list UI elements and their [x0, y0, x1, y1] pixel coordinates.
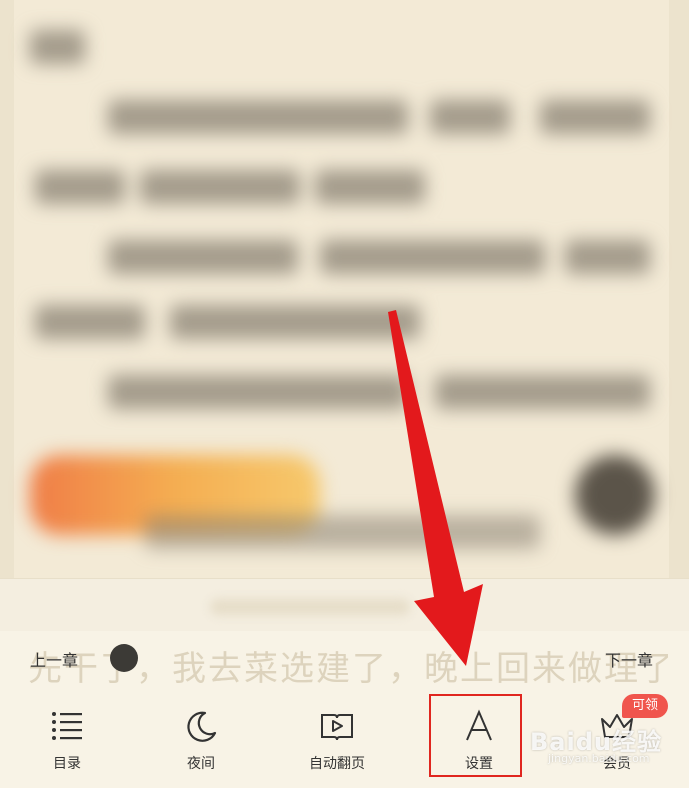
- moon-icon: [187, 711, 217, 742]
- list-icon: [52, 712, 82, 740]
- text-line: [320, 240, 545, 274]
- text-line: [108, 375, 408, 409]
- blurred-reading-area[interactable]: [0, 0, 689, 600]
- settings-highlight-box: [429, 694, 522, 777]
- text-line: [35, 170, 125, 204]
- faded-strip: [0, 579, 689, 631]
- catalog-label: 目录: [53, 756, 81, 772]
- slider-thumb[interactable]: [110, 644, 138, 672]
- text-line: [565, 240, 650, 274]
- text-line: [315, 170, 425, 204]
- watermark-sub: jingyan.baidu.com: [548, 752, 650, 765]
- text-line: [145, 515, 540, 549]
- chapter-progress-slider[interactable]: [124, 657, 579, 659]
- text-line: [30, 30, 85, 64]
- text-line: [140, 170, 300, 204]
- text-line: [170, 305, 420, 339]
- catalog-button[interactable]: 目录: [12, 689, 122, 784]
- auto-page-icon: [321, 714, 353, 741]
- text-line: [540, 100, 650, 134]
- text-line: [108, 100, 408, 134]
- next-chapter-button[interactable]: 下一章: [605, 647, 653, 671]
- text-line: [35, 305, 145, 339]
- auto-page-button[interactable]: 自动翻页: [282, 689, 392, 784]
- floating-button: [575, 455, 655, 535]
- prev-chapter-button[interactable]: 上一章: [30, 647, 78, 671]
- vip-badge: 可领: [622, 694, 668, 718]
- text-line: [430, 100, 510, 134]
- night-mode-button[interactable]: 夜间: [146, 689, 256, 784]
- night-label: 夜间: [187, 756, 215, 772]
- auto-page-label: 自动翻页: [309, 756, 365, 772]
- chapter-nav: 上一章 下一章: [0, 641, 689, 675]
- blurred-text: [0, 0, 689, 600]
- text-line: [435, 375, 650, 409]
- text-line: [108, 240, 298, 274]
